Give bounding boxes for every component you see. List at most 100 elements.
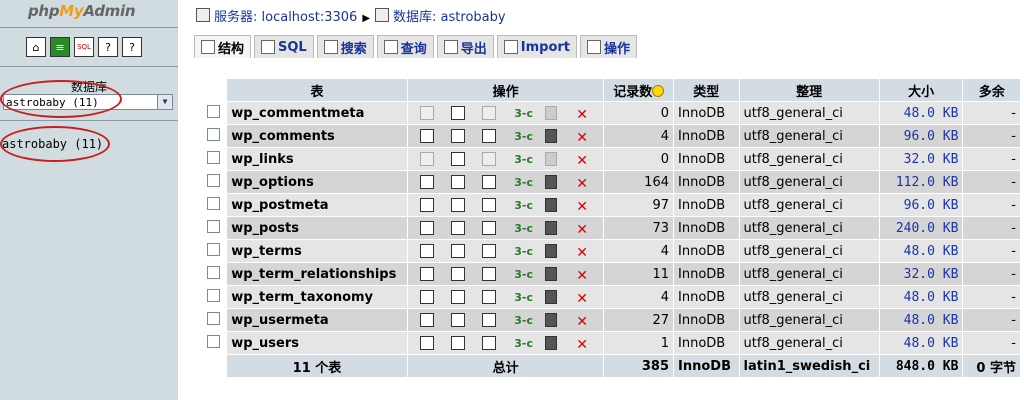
row-size[interactable]: 96.0 KB [879, 125, 963, 147]
browse-action[interactable] [412, 313, 443, 327]
row-size[interactable]: 48.0 KB [879, 102, 963, 124]
chevron-down-icon[interactable]: ▼ [157, 95, 172, 109]
structure-action[interactable] [443, 175, 474, 189]
empty-action[interactable] [536, 175, 567, 189]
structure-action[interactable] [443, 290, 474, 304]
row-checkbox[interactable] [206, 127, 220, 141]
tab-operations[interactable]: 操作 [580, 35, 638, 58]
row-size[interactable]: 48.0 KB [879, 332, 963, 354]
insert-action[interactable]: 3-c [505, 199, 536, 212]
insert-action[interactable]: 3-c [505, 107, 536, 120]
insert-action[interactable]: 3-c [505, 314, 536, 327]
table-name-link[interactable]: wp_links [227, 148, 407, 170]
help-icon[interactable]: ? [122, 37, 142, 57]
insert-action[interactable]: 3-c [505, 153, 536, 166]
table-name-link[interactable]: wp_term_relationships [227, 263, 407, 285]
row-checkbox[interactable] [206, 150, 220, 164]
insert-action[interactable]: 3-c [505, 291, 536, 304]
insert-action[interactable]: 3-c [505, 337, 536, 350]
query-window-icon[interactable]: ≡ [50, 37, 70, 57]
browse-action[interactable] [412, 244, 443, 258]
search-action[interactable] [474, 198, 505, 212]
search-action[interactable] [474, 244, 505, 258]
row-size[interactable]: 32.0 KB [879, 263, 963, 285]
row-size[interactable]: 240.0 KB [879, 217, 963, 239]
table-name-link[interactable]: wp_terms [227, 240, 407, 262]
search-action[interactable] [474, 106, 505, 120]
structure-action[interactable] [443, 336, 474, 350]
row-size[interactable]: 48.0 KB [879, 286, 963, 308]
row-checkbox[interactable] [206, 242, 220, 256]
empty-action[interactable] [536, 267, 567, 281]
browse-action[interactable] [412, 175, 443, 189]
row-size[interactable]: 48.0 KB [879, 309, 963, 331]
header-records[interactable]: 记录数 [604, 79, 673, 101]
browse-action[interactable] [412, 198, 443, 212]
insert-action[interactable]: 3-c [505, 245, 536, 258]
insert-action[interactable]: 3-c [505, 268, 536, 281]
row-size[interactable]: 32.0 KB [879, 148, 963, 170]
empty-action[interactable] [536, 244, 567, 258]
search-action[interactable] [474, 175, 505, 189]
insert-action[interactable]: 3-c [505, 130, 536, 143]
sql-icon[interactable]: SQL [74, 37, 94, 57]
browse-action[interactable] [412, 221, 443, 235]
row-size[interactable]: 48.0 KB [879, 240, 963, 262]
tab-query[interactable]: 查询 [376, 35, 434, 58]
row-checkbox[interactable] [206, 311, 220, 325]
empty-action[interactable] [536, 106, 567, 120]
empty-action[interactable] [536, 221, 567, 235]
structure-action[interactable] [443, 106, 474, 120]
row-checkbox[interactable] [206, 265, 220, 279]
empty-action[interactable] [536, 152, 567, 166]
tab-sql[interactable]: SQL [254, 35, 314, 58]
drop-action[interactable]: ✕ [567, 130, 598, 146]
search-action[interactable] [474, 129, 505, 143]
breadcrumb-server[interactable]: 服务器: localhost:3306 [214, 10, 357, 25]
insert-action[interactable]: 3-c [505, 176, 536, 189]
empty-action[interactable] [536, 336, 567, 350]
structure-action[interactable] [443, 244, 474, 258]
browse-action[interactable] [412, 106, 443, 120]
row-checkbox[interactable] [206, 104, 220, 118]
structure-action[interactable] [443, 198, 474, 212]
empty-action[interactable] [536, 313, 567, 327]
drop-action[interactable]: ✕ [567, 176, 598, 192]
search-action[interactable] [474, 152, 505, 166]
search-action[interactable] [474, 336, 505, 350]
empty-action[interactable] [536, 198, 567, 212]
structure-action[interactable] [443, 221, 474, 235]
empty-action[interactable] [536, 129, 567, 143]
drop-action[interactable]: ✕ [567, 291, 598, 307]
browse-action[interactable] [412, 129, 443, 143]
row-checkbox[interactable] [206, 219, 220, 233]
drop-action[interactable]: ✕ [567, 153, 598, 169]
drop-action[interactable]: ✕ [567, 337, 598, 353]
structure-action[interactable] [443, 313, 474, 327]
table-name-link[interactable]: wp_commentmeta [227, 102, 407, 124]
insert-action[interactable]: 3-c [505, 222, 536, 235]
row-checkbox[interactable] [206, 173, 220, 187]
search-action[interactable] [474, 290, 505, 304]
search-action[interactable] [474, 313, 505, 327]
structure-action[interactable] [443, 267, 474, 281]
browse-action[interactable] [412, 336, 443, 350]
row-checkbox[interactable] [206, 334, 220, 348]
empty-action[interactable] [536, 290, 567, 304]
table-name-link[interactable]: wp_users [227, 332, 407, 354]
table-name-link[interactable]: wp_options [227, 171, 407, 193]
drop-action[interactable]: ✕ [567, 268, 598, 284]
search-action[interactable] [474, 221, 505, 235]
structure-action[interactable] [443, 129, 474, 143]
table-name-link[interactable]: wp_usermeta [227, 309, 407, 331]
table-name-link[interactable]: wp_posts [227, 217, 407, 239]
phpmyadmin-logo[interactable]: phpMyAdmin [28, 2, 136, 20]
docs-icon[interactable]: ? [98, 37, 118, 57]
row-size[interactable]: 96.0 KB [879, 194, 963, 216]
home-icon[interactable]: ⌂ [26, 37, 46, 57]
header-table[interactable]: 表 [227, 79, 407, 101]
row-checkbox[interactable] [206, 196, 220, 210]
tab-search[interactable]: 搜索 [316, 35, 374, 58]
browse-action[interactable] [412, 267, 443, 281]
tab-import[interactable]: Import [496, 35, 578, 58]
